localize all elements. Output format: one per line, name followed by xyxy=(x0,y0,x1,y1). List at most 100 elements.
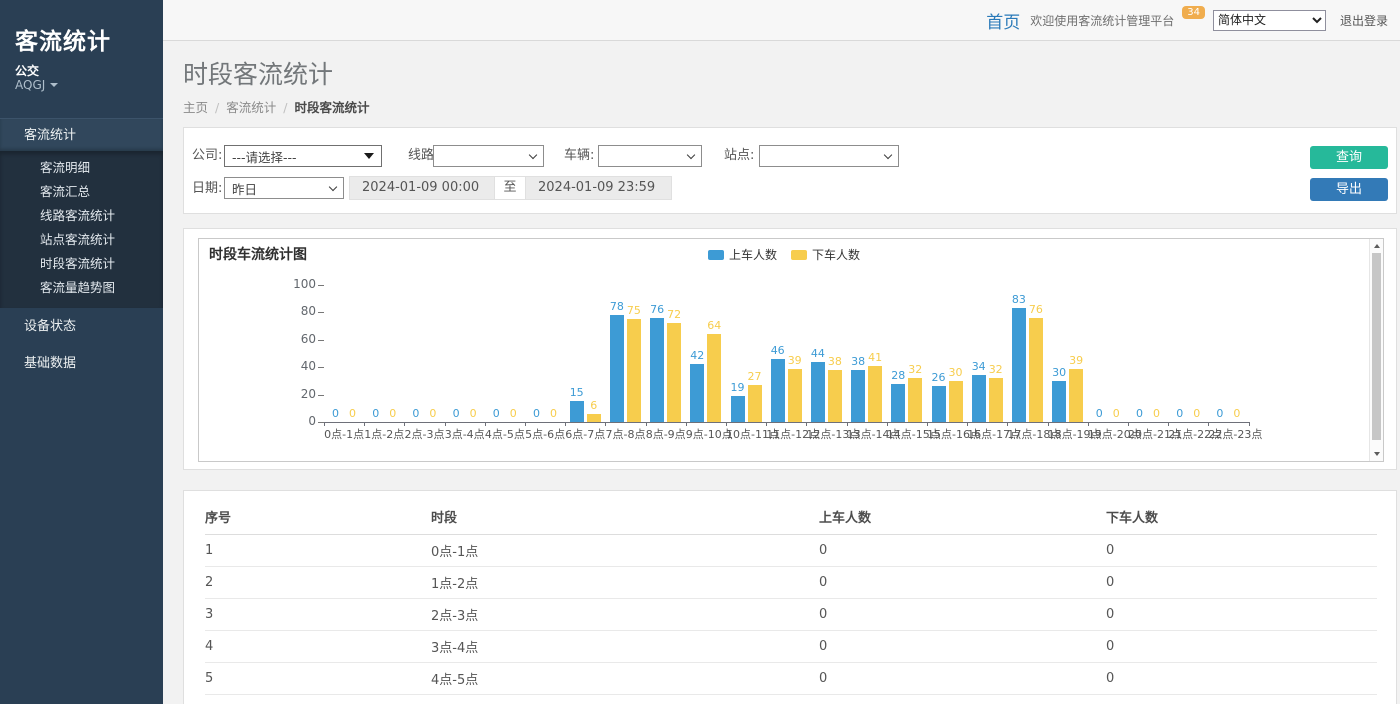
x-axis-category-label: 13点-14点 xyxy=(847,426,887,442)
table-row: 65点-6点00 xyxy=(205,695,1377,704)
alighting-bar xyxy=(667,323,681,422)
table-cell: 5 xyxy=(205,663,431,695)
table-row: 21点-2点00 xyxy=(205,567,1377,599)
sidebar-item-passenger-flow-stats[interactable]: 客流统计 xyxy=(0,118,163,151)
alighting-bar xyxy=(1029,318,1043,422)
sidebar-subitem-station-flow-stats[interactable]: 站点客流统计 xyxy=(0,228,163,252)
chart-scrollbar[interactable] xyxy=(1369,239,1383,461)
date-to-input[interactable]: 2024-01-09 23:59 xyxy=(525,176,672,200)
table-cell: 6 xyxy=(205,695,431,704)
sidebar-subitem-flow-trend-chart[interactable]: 客流量趋势图 xyxy=(0,276,163,300)
bar-value-label: 32 xyxy=(902,363,928,376)
table-cell: 0 xyxy=(819,631,1106,663)
bar-group: 001点-2点 xyxy=(364,239,404,422)
bar-value-label: 15 xyxy=(564,386,590,399)
x-axis-category-label: 21点-22点 xyxy=(1168,426,1208,442)
table-header-cell: 序号 xyxy=(205,501,431,535)
org-code-dropdown[interactable]: AQGJ xyxy=(15,78,58,92)
table-cell: 0 xyxy=(1106,599,1377,631)
bar-group: 443812点-13点 xyxy=(806,239,846,422)
date-label: 日期: xyxy=(192,178,222,200)
chart-box: 时段车流统计图 上车人数下车人数 020406080100000点-1点001点… xyxy=(198,238,1384,462)
boarding-bar xyxy=(1052,381,1066,422)
sidebar-submenu: 客流明细客流汇总线路客流统计站点客流统计时段客流统计客流量趋势图 xyxy=(0,151,163,308)
boarding-bar xyxy=(1012,308,1026,422)
breadcrumb-separator: / xyxy=(283,100,287,115)
date-preset-select[interactable]: 昨日 xyxy=(224,177,344,199)
table-cell: 0 xyxy=(819,599,1106,631)
table-header-cell: 上车人数 xyxy=(819,501,1106,535)
app-window: 客流统计 公交 AQGJ 客流统计客流明细客流汇总线路客流统计站点客流统计时段客… xyxy=(0,0,1400,704)
sidebar-subitem-line-flow-stats[interactable]: 线路客流统计 xyxy=(0,204,163,228)
breadcrumb-home[interactable]: 主页 xyxy=(183,100,208,115)
page-title: 时段客流统计 xyxy=(183,55,333,91)
table-cell: 0点-1点 xyxy=(431,535,819,567)
y-axis-tick-label: 0 xyxy=(206,414,316,428)
table-row: 54点-5点00 xyxy=(205,663,1377,695)
bar-value-label: 0 xyxy=(340,407,366,420)
company-select-value: ---请选择--- xyxy=(232,147,297,166)
table-head: 序号时段上车人数下车人数 xyxy=(205,501,1377,535)
bar-value-label: 0 xyxy=(541,407,567,420)
table-cell: 0 xyxy=(1106,631,1377,663)
alighting-bar xyxy=(828,370,842,422)
company-select[interactable]: ---请选择--- xyxy=(224,145,382,167)
breadcrumb-flow-stats[interactable]: 客流统计 xyxy=(226,100,276,115)
scroll-down-button[interactable] xyxy=(1370,447,1383,461)
x-axis-category-label: 5点-6点 xyxy=(525,426,565,442)
date-from-input[interactable]: 2024-01-09 00:00 xyxy=(349,176,495,200)
table-cell: 0 xyxy=(1106,567,1377,599)
table-cell: 2 xyxy=(205,567,431,599)
company-label: 公司: xyxy=(192,145,222,167)
vehicle-label: 车辆: xyxy=(564,145,594,167)
bar-group: 1566点-7点 xyxy=(565,239,605,422)
sidebar-subitem-flow-detail[interactable]: 客流明细 xyxy=(0,156,163,180)
main-content: 时段客流统计 主页/客流统计/时段客流统计 公司: ---请选择--- 线路: … xyxy=(163,41,1400,704)
x-axis-category-label: 18点-19点 xyxy=(1048,426,1088,442)
date-range-separator: 至 xyxy=(495,176,525,200)
sidebar-item-device-status[interactable]: 设备状态 xyxy=(0,308,163,345)
table-cell: 2点-3点 xyxy=(431,599,819,631)
export-button[interactable]: 导出 xyxy=(1310,178,1388,201)
alighting-bar xyxy=(627,319,641,422)
scrollbar-thumb[interactable] xyxy=(1372,253,1381,440)
x-axis-category-label: 22点-23点 xyxy=(1208,426,1248,442)
y-axis-tick-label: 100 xyxy=(206,277,316,291)
x-axis-category-label: 8点-9点 xyxy=(646,426,686,442)
vehicle-select[interactable] xyxy=(598,145,702,167)
sidebar-subitem-flow-summary[interactable]: 客流汇总 xyxy=(0,180,163,204)
logout-link[interactable]: 退出登录 xyxy=(1340,12,1388,29)
bar-value-label: 38 xyxy=(822,355,848,368)
bar-group: 004点-5点 xyxy=(485,239,525,422)
x-axis-category-label: 16点-17点 xyxy=(967,426,1007,442)
home-link[interactable]: 首页 xyxy=(986,8,1020,33)
triangle-up-icon xyxy=(1374,244,1380,248)
search-button[interactable]: 查询 xyxy=(1310,146,1388,169)
bar-group: 003点-4点 xyxy=(445,239,485,422)
bar-value-label: 0 xyxy=(460,407,486,420)
bar-group: 76728点-9点 xyxy=(646,239,686,422)
scroll-up-button[interactable] xyxy=(1370,239,1383,253)
sidebar-subitem-period-flow-stats[interactable]: 时段客流统计 xyxy=(0,252,163,276)
breadcrumb-period-flow-stats: 时段客流统计 xyxy=(294,100,369,115)
table-row: 43点-4点00 xyxy=(205,631,1377,663)
sidebar: 客流统计 公交 AQGJ 客流统计客流明细客流汇总线路客流统计站点客流统计时段客… xyxy=(0,0,163,704)
table-cell: 0 xyxy=(819,695,1106,704)
table-panel: 序号时段上车人数下车人数10点-1点0021点-2点0032点-3点0043点-… xyxy=(183,490,1397,704)
x-axis-category-label: 10点-11点 xyxy=(726,426,766,442)
x-axis-category-label: 14点-15点 xyxy=(887,426,927,442)
alighting-bar xyxy=(949,381,963,422)
boarding-bar xyxy=(610,315,624,422)
station-select[interactable] xyxy=(759,145,899,167)
table-cell: 0 xyxy=(819,567,1106,599)
x-axis-category-label: 19点-20点 xyxy=(1088,426,1128,442)
bar-group: 463911点-12点 xyxy=(766,239,806,422)
chevron-down-icon xyxy=(50,83,58,87)
bar-group: 384113点-14点 xyxy=(847,239,887,422)
alighting-bar xyxy=(1069,369,1083,422)
sidebar-item-base-data[interactable]: 基础数据 xyxy=(0,345,163,382)
language-select[interactable]: 简体中文 xyxy=(1213,10,1326,31)
bar-group: 000点-1点 xyxy=(324,239,364,422)
table-cell: 0 xyxy=(819,535,1106,567)
line-select[interactable] xyxy=(433,145,544,167)
